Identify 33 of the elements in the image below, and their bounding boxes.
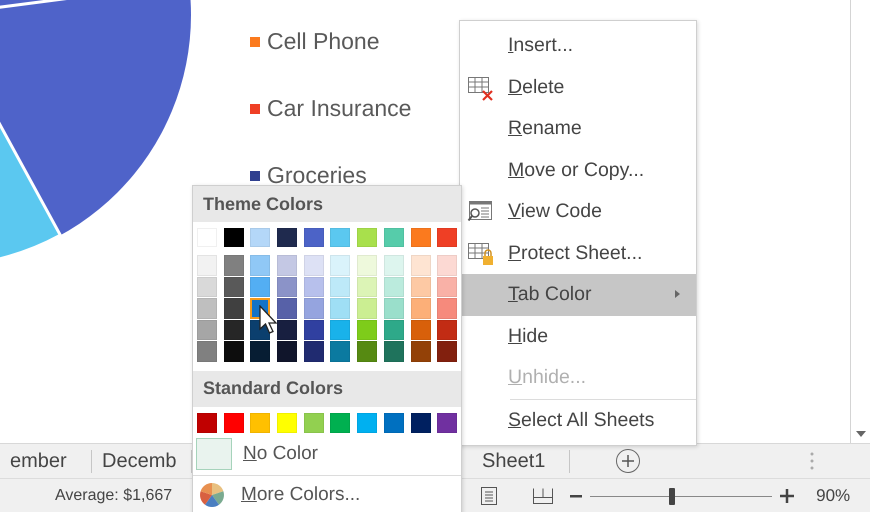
palette-heading: Standard Colors bbox=[193, 370, 461, 406]
more-colors-option[interactable]: More Colors... bbox=[193, 476, 461, 512]
zoom-slider-thumb[interactable] bbox=[669, 488, 676, 504]
sheet-tab[interactable]: ember bbox=[0, 450, 92, 472]
zoom-out-icon[interactable] bbox=[570, 494, 582, 498]
normal-view-icon[interactable] bbox=[479, 486, 500, 506]
scroll-down-icon[interactable] bbox=[856, 431, 866, 437]
zoom-level-readout: 90% bbox=[816, 486, 850, 506]
menu-item[interactable]: View Code bbox=[460, 191, 696, 232]
color-wheel-icon bbox=[199, 482, 225, 508]
average-readout: Average: $1,667 bbox=[55, 486, 172, 504]
legend-label: Groceries bbox=[267, 162, 367, 189]
add-sheet-button[interactable] bbox=[616, 449, 640, 473]
legend-label: Car Insurance bbox=[267, 95, 412, 122]
zoom-in-icon[interactable] bbox=[780, 488, 794, 502]
menu-item[interactable]: Protect Sheet... bbox=[460, 232, 696, 274]
more-options-icon[interactable] bbox=[810, 452, 814, 470]
page-layout-icon[interactable] bbox=[532, 486, 554, 504]
protect-sheet-icon bbox=[467, 240, 495, 266]
menu-item[interactable]: Move or Copy... bbox=[460, 150, 696, 191]
menu-item[interactable]: Select All Sheets bbox=[460, 400, 696, 441]
delete-sheet-icon bbox=[467, 74, 495, 100]
mouse-pointer-icon bbox=[259, 305, 279, 335]
palette-heading: Theme Colors bbox=[193, 186, 461, 222]
menu-item[interactable]: Rename bbox=[460, 108, 696, 150]
plus-icon bbox=[622, 455, 634, 467]
menu-item[interactable]: Delete bbox=[460, 66, 696, 108]
menu-item[interactable]: Tab Color bbox=[460, 274, 696, 316]
legend-label: Cell Phone bbox=[267, 28, 380, 55]
menu-item[interactable]: Insert... bbox=[460, 25, 696, 66]
zoom-slider[interactable] bbox=[590, 486, 772, 506]
no-color-option[interactable]: No Color bbox=[193, 434, 461, 472]
menu-item[interactable]: Hide bbox=[460, 316, 696, 357]
